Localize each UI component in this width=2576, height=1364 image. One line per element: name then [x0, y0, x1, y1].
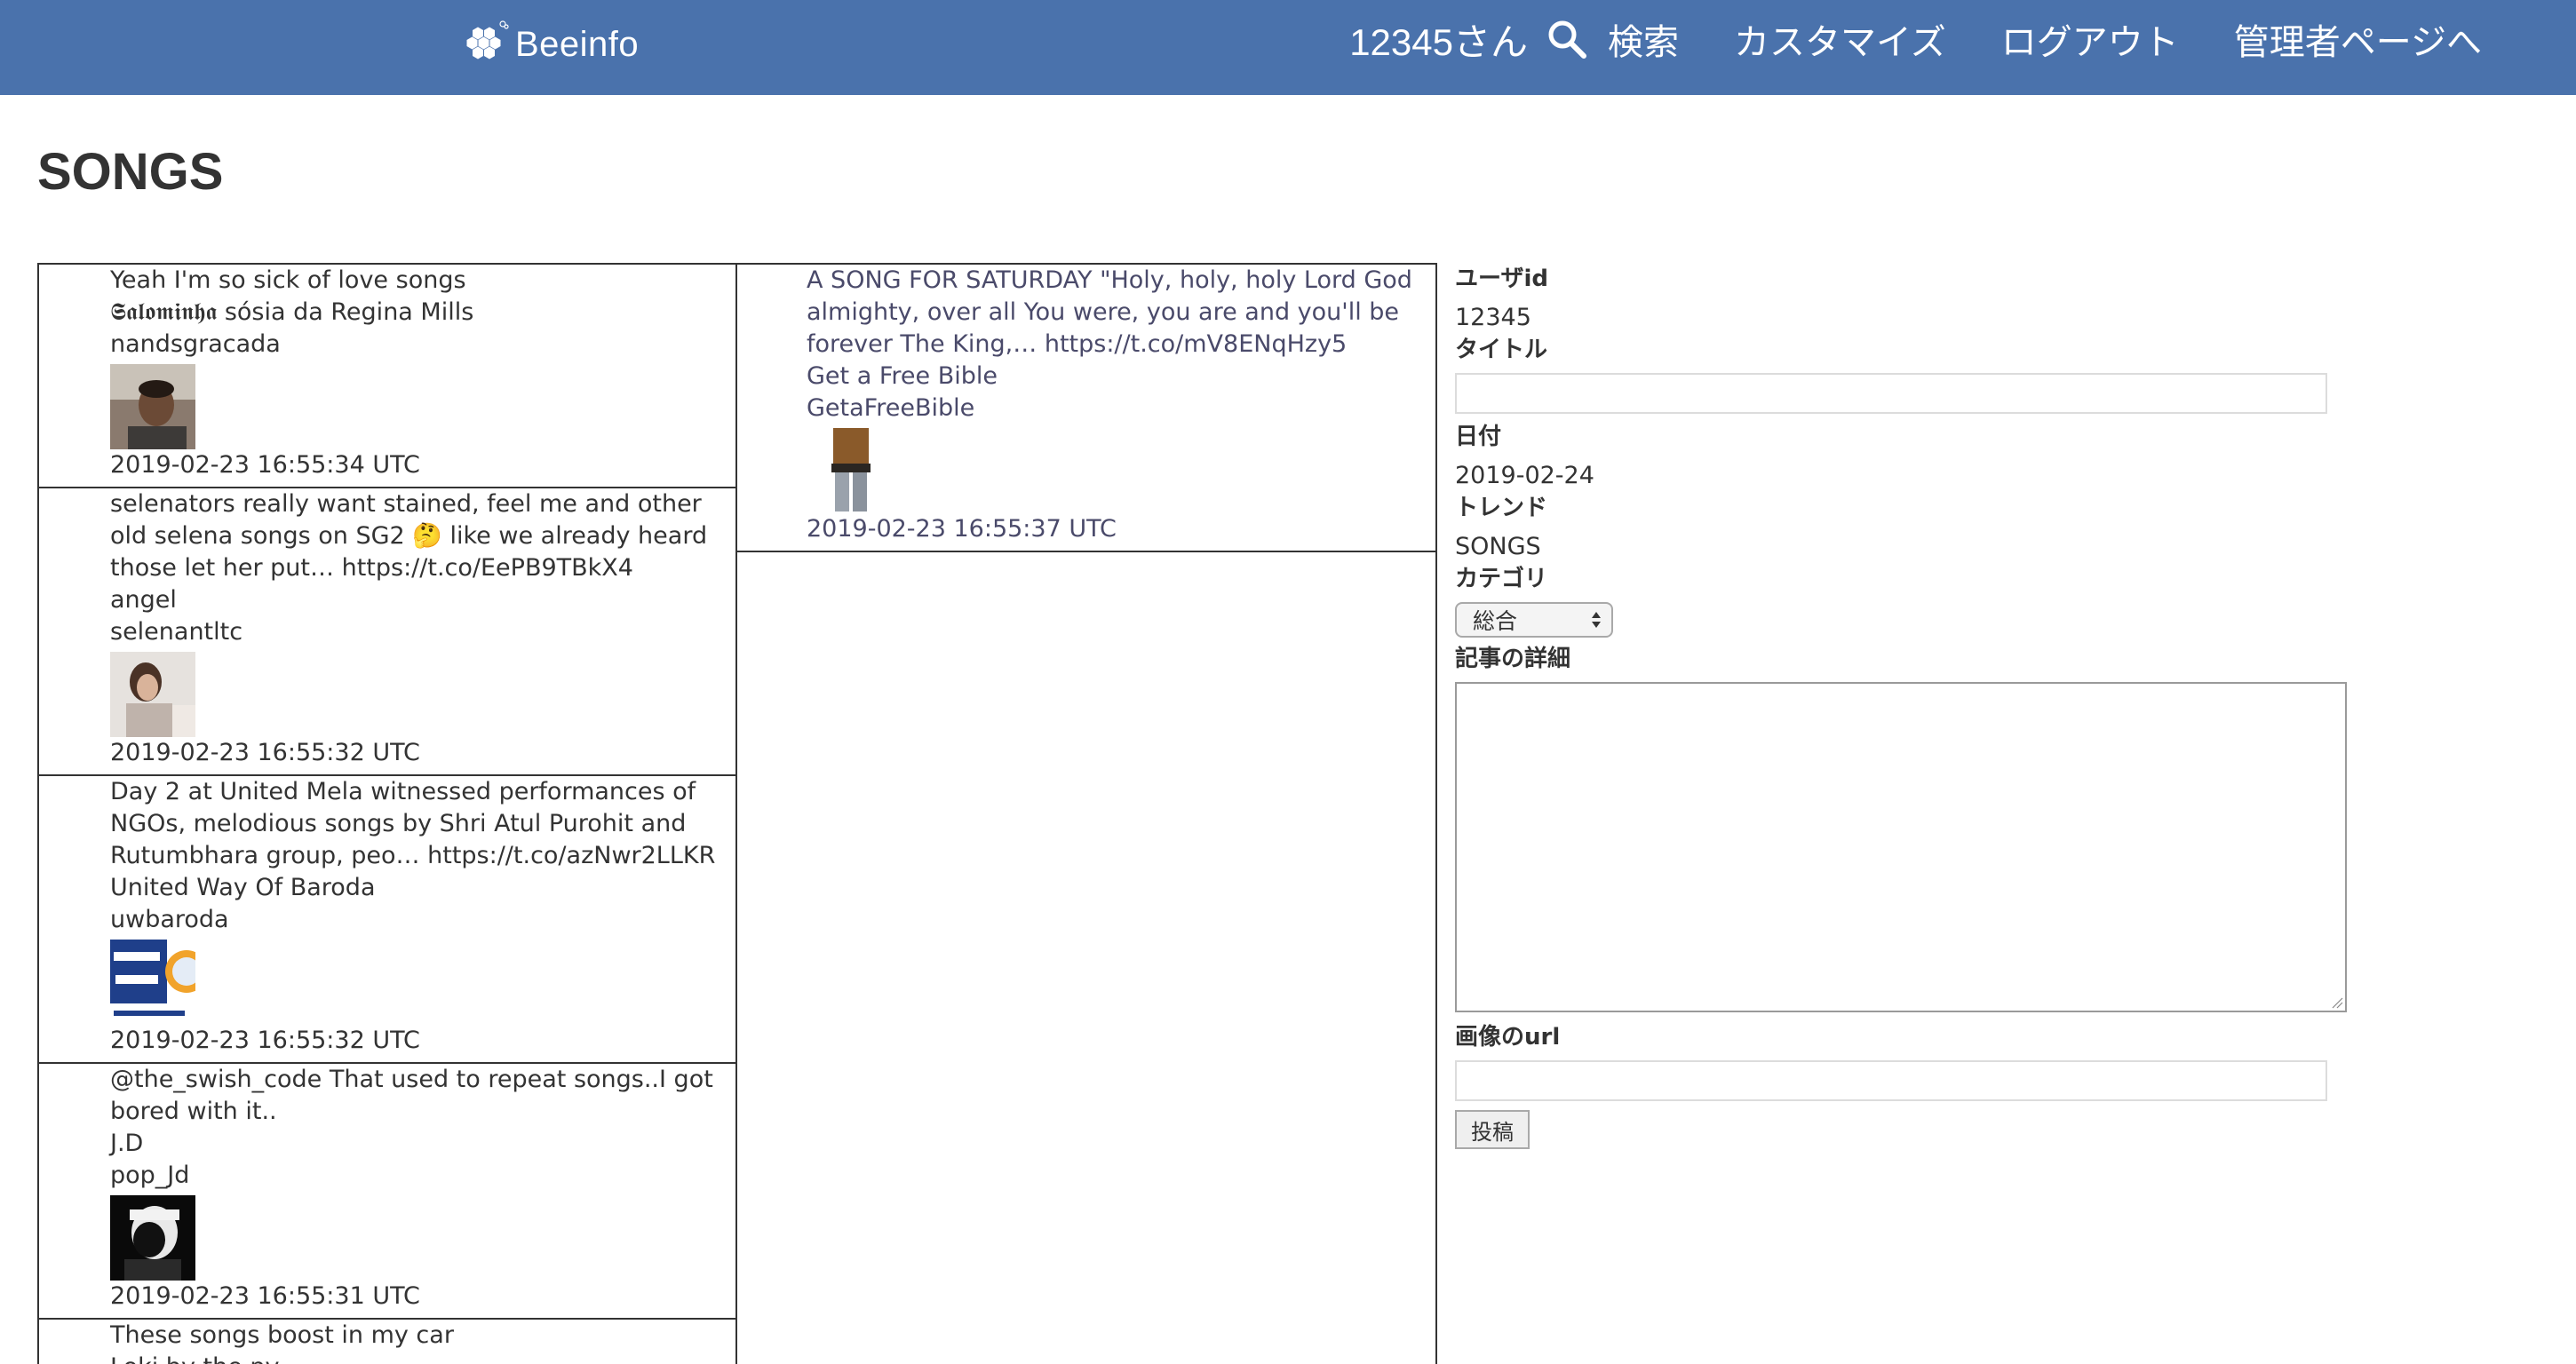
tweet-item: Yeah I'm so sick of love songs 𝕾𝖆𝖑𝖔𝖒𝖎𝖓𝖍𝖆…: [39, 265, 735, 488]
page-title: SONGS: [37, 143, 224, 201]
tweet-user-handle: pop_Jd: [110, 1162, 190, 1189]
tweet-text: Yeah I'm so sick of love songs: [110, 266, 466, 294]
user-id-label: ユーザid: [1455, 266, 1549, 292]
image-url-input[interactable]: [1455, 1060, 2327, 1101]
tweet-item: Day 2 at United Mela witnessed performan…: [39, 776, 735, 1064]
select-arrows-icon: [1592, 612, 1601, 628]
tweet-user-name: angel: [110, 586, 177, 614]
user-avatar: [110, 364, 195, 449]
tweet-user-handle: nandsgracada: [110, 330, 281, 358]
nav-menu: 12345さん 検索 カスタマイズ ログアウト 管理者ページへ: [1349, 12, 2482, 66]
date-value: 2019-02-24: [1455, 462, 1594, 489]
category-selected-value: 総合: [1473, 608, 1518, 634]
tweet-item: These songs boost in my car Loki by the …: [39, 1320, 735, 1364]
tweet-timestamp: 2019-02-23 16:55:37 UTC: [807, 515, 1117, 543]
post-form: ユーザid 12345 タイトル 日付 2019-02-24 トレンド SONG…: [1455, 263, 2347, 1149]
tweet-item: @the_swish_code That used to repeat song…: [39, 1064, 735, 1320]
tweet-user-name: 𝕾𝖆𝖑𝖔𝖒𝖎𝖓𝖍𝖆 sósia da Regina Mills: [110, 298, 474, 326]
user-avatar: [110, 652, 195, 737]
tweet-item: A SONG FOR SATURDAY "Holy, holy, holy Lo…: [735, 265, 1435, 552]
honeycomb-logo-icon: [466, 20, 509, 59]
date-label: 日付: [1455, 424, 1502, 450]
tweet-user-handle: selenantltc: [110, 618, 243, 646]
tweet-user-name: Get a Free Bible: [807, 362, 998, 390]
user-avatar: [110, 940, 195, 1025]
nav-customize-link[interactable]: カスタマイズ: [1734, 13, 1946, 65]
tweet-user-name: Loki by the pv: [110, 1352, 725, 1364]
tweet-item: selenators really want stained, feel me …: [39, 488, 735, 776]
tweet-timestamp: 2019-02-23 16:55:32 UTC: [110, 1027, 420, 1054]
trend-value: SONGS: [1455, 533, 1541, 560]
tweet-column-left[interactable]: Yeah I'm so sick of love songs 𝕾𝖆𝖑𝖔𝖒𝖎𝖓𝖍𝖆…: [37, 263, 737, 1364]
resize-grip-icon[interactable]: [2331, 996, 2343, 1009]
tweet-text: Day 2 at United Mela witnessed performan…: [110, 778, 716, 869]
brand-name: Beeinfo: [515, 24, 640, 64]
tweet-column-right[interactable]: A SONG FOR SATURDAY "Holy, holy, holy Lo…: [735, 263, 1437, 1364]
top-nav-bar: Beeinfo 12345さん 検索 カスタマイズ ログアウト 管理者ページへ: [0, 0, 2576, 95]
category-label: カテゴリ: [1455, 566, 1548, 592]
tweet-text: @the_swish_code That used to repeat song…: [110, 1066, 713, 1125]
tweet-timestamp: 2019-02-23 16:55:32 UTC: [110, 739, 420, 766]
detail-label: 記事の詳細: [1455, 646, 1571, 672]
submit-post-button[interactable]: 投稿: [1455, 1110, 1530, 1149]
current-user-label: 12345さん: [1349, 20, 1528, 63]
title-input[interactable]: [1455, 373, 2327, 414]
trend-label: トレンド: [1455, 495, 1548, 521]
nav-admin-link[interactable]: 管理者ページへ: [2234, 13, 2482, 65]
detail-textarea[interactable]: [1455, 682, 2347, 1012]
nav-logout-link[interactable]: ログアウト: [2001, 13, 2179, 65]
tweet-text: selenators really want stained, feel me …: [110, 490, 708, 582]
user-avatar: [110, 1195, 195, 1281]
tweet-text: A SONG FOR SATURDAY "Holy, holy, holy Lo…: [807, 266, 1412, 358]
image-url-label: 画像のurl: [1455, 1024, 1561, 1051]
tweet-user-name: J.D: [110, 1130, 144, 1157]
user-id-value: 12345: [1455, 304, 1531, 331]
tweet-timestamp: 2019-02-23 16:55:31 UTC: [110, 1282, 420, 1310]
tweet-user-handle: GetaFreeBible: [807, 394, 975, 422]
tweet-text: These songs boost in my car: [110, 1321, 454, 1349]
title-label: タイトル: [1455, 337, 1548, 363]
tweet-user-handle: uwbaroda: [110, 906, 229, 933]
tweet-user-name: United Way Of Baroda: [110, 874, 376, 901]
brand-logo[interactable]: Beeinfo: [457, 18, 639, 71]
search-icon[interactable]: [1546, 18, 1588, 60]
user-avatar: [807, 428, 892, 513]
category-select[interactable]: 総合: [1455, 602, 1613, 638]
nav-search-link[interactable]: 検索: [1608, 13, 1679, 65]
tweet-timestamp: 2019-02-23 16:55:34 UTC: [110, 451, 420, 479]
